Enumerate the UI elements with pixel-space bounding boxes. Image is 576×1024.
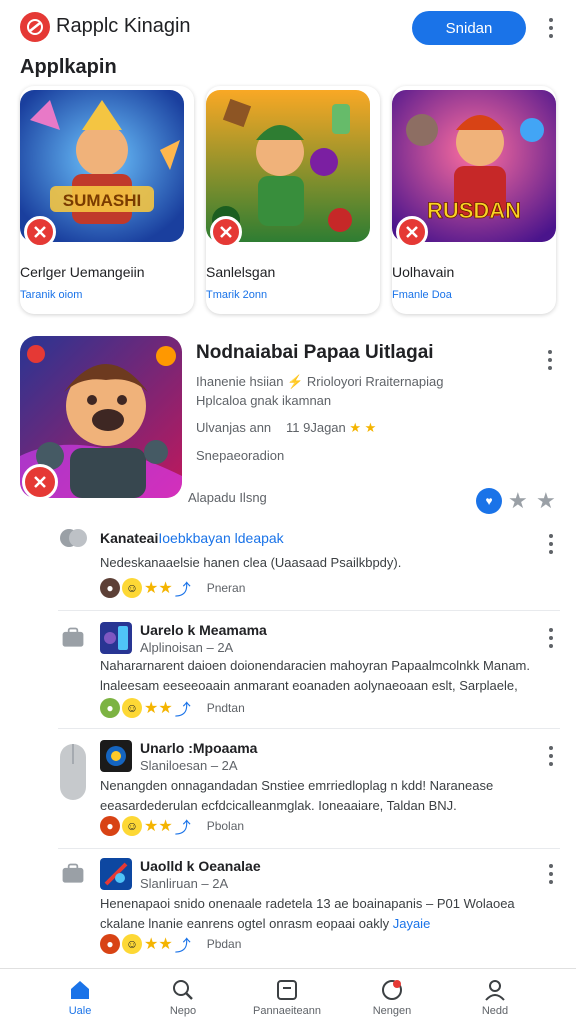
like-heart-icon[interactable]: ♥ — [476, 488, 502, 514]
featured-meta: Ulvanjas ann — [196, 420, 272, 435]
reaction-label: Pndtan — [206, 701, 245, 715]
nav-item-inbox[interactable]: Pannaeiteann — [232, 969, 342, 1024]
post-title: Uaolld k Oeanalae — [140, 858, 261, 874]
divider — [58, 610, 560, 611]
share-icon: ⤴ — [174, 582, 191, 599]
star-icon: ★★ — [144, 818, 173, 835]
reaction-bar: ● ☺ ★★ ⤴ Pndtan — [100, 698, 245, 719]
share-icon: ⤴ — [174, 938, 191, 955]
search-icon — [173, 979, 193, 1000]
post-body-link[interactable]: Jayaie — [393, 916, 431, 931]
post-body: Nenangden onnagandadan Snstiee emrriedlo… — [100, 778, 494, 813]
divider — [58, 728, 560, 729]
emoji-reaction-icon: ☺ — [122, 816, 142, 836]
card-art-text-1: SUMASHI — [63, 191, 141, 210]
bottom-nav: Uale Nepo Pannaeiteann Nengen Nedd — [0, 968, 576, 1024]
star-outline-icon[interactable]: ★ — [536, 490, 556, 512]
star-icon: ★ — [349, 420, 362, 435]
app-card[interactable]: SUMASHI Cerlger Uemangeiin Taranik oiom — [20, 86, 194, 314]
featured-footer: Alapadu Ilsng — [188, 490, 267, 505]
brand-badge-icon — [22, 464, 58, 500]
briefcase-icon — [58, 626, 88, 650]
featured-rating: 11 9Jagan ★ ★ — [286, 420, 377, 435]
card-title: Uolhavain — [392, 264, 455, 280]
post-more-icon[interactable] — [541, 532, 561, 556]
emoji-reaction-icon: ☺ — [122, 578, 142, 598]
app-title: Rapplc Kinagin — [56, 15, 191, 37]
card-link[interactable]: Tmarik 2onn — [206, 289, 267, 301]
reaction-label: Pbdan — [206, 937, 242, 951]
app-card[interactable]: RUSDAN Uolhavain Fmanle Doa — [392, 86, 556, 314]
nav-item-search[interactable]: Nepo — [128, 969, 238, 1024]
post-subtitle: Slaniloesan – 2A — [140, 758, 238, 773]
section-title: Applkapin — [20, 56, 117, 78]
post-thumbnail — [100, 622, 132, 654]
featured-description: Ihanenie hsiian ⚡ Rrioloyori Rraiternapi… — [196, 374, 444, 408]
post-subtitle: Slanliruan – 2A — [140, 876, 229, 891]
chat-bubble-icon — [58, 526, 88, 550]
card-art-text-3: RUSDAN — [427, 198, 521, 223]
card-title: Sanlelsgan — [206, 264, 276, 280]
star-outline-icon[interactable]: ★ — [508, 490, 528, 512]
home-icon — [71, 980, 89, 999]
post-title: Unarlo :Mpoaama — [140, 740, 258, 756]
star-icon: ★★ — [144, 936, 173, 953]
avatar-reaction-icon: ● — [100, 698, 120, 718]
post-body: Nahararnarent daioen doionendaracien mah… — [100, 658, 530, 693]
post-more-icon[interactable] — [541, 744, 561, 768]
share-icon: ⤴ — [174, 820, 191, 837]
header-primary-button[interactable]: Snidan — [412, 11, 526, 45]
inbox-icon — [277, 979, 297, 1000]
post-title: Uarelo k Meamama — [140, 622, 267, 638]
card-title: Cerlger Uemangeiin — [20, 264, 145, 280]
top-bar: Rapplc Kinagin Snidan — [0, 0, 576, 56]
avatar-reaction-icon: ● — [100, 816, 120, 836]
profile-icon — [485, 979, 505, 1001]
reaction-label: Pneran — [206, 581, 246, 595]
avatar-reaction-icon: ● — [100, 578, 120, 598]
brand-badge-icon — [396, 216, 428, 248]
briefcase-icon — [58, 862, 88, 886]
post-thumbnail — [100, 858, 132, 890]
card-link[interactable]: Taranik oiom — [20, 289, 82, 301]
avatar-reaction-icon: ● — [100, 934, 120, 954]
nav-item-notifications[interactable]: Nengen — [337, 969, 447, 1024]
featured-app[interactable]: Nodnaiabai Papaa Uitlagai Ihanenie hsiia… — [20, 336, 556, 506]
header-more-icon[interactable] — [541, 16, 561, 40]
nav-item-home[interactable]: Uale — [25, 969, 135, 1024]
bell-icon — [382, 979, 402, 1000]
reaction-bar: ● ☺ ★★ ⤴ Pbdan — [100, 934, 242, 955]
reaction-bar: ● ☺ ★★ ⤴ Pneran — [100, 578, 246, 599]
post-more-icon[interactable] — [541, 862, 561, 886]
brand-badge-icon — [24, 216, 56, 248]
divider — [58, 848, 560, 849]
star-icon: ★★ — [144, 700, 173, 717]
post-body: Henenapaoi snido onenaale radetela 13 ae… — [100, 896, 515, 931]
featured-status: Snepaeoradion — [196, 448, 285, 463]
emoji-reaction-icon: ☺ — [122, 698, 142, 718]
post-more-icon[interactable] — [541, 626, 561, 650]
post-title-link[interactable]: Ioebkbayan ldeapak — [158, 530, 283, 546]
share-icon: ⤴ — [174, 702, 191, 719]
mouse-icon — [58, 742, 88, 802]
card-link[interactable]: Fmanle Doa — [392, 289, 452, 301]
post-subtitle: Alplinoisan – 2A — [140, 640, 234, 655]
post-title: KanateaiIoebkbayan ldeapak — [100, 530, 284, 546]
star-icon: ★ — [364, 420, 377, 435]
emoji-reaction-icon: ☺ — [122, 934, 142, 954]
post-body: Nedeskanaaelsie hanen clea (Uaasaad Psai… — [100, 555, 402, 570]
brand-badge-icon — [210, 216, 242, 248]
star-icon: ★★ — [144, 580, 173, 597]
reaction-label: Pbolan — [206, 819, 245, 833]
reaction-bar: ● ☺ ★★ ⤴ Pbolan — [100, 816, 245, 837]
app-card[interactable]: Sanlelsgan Tmarik 2onn — [206, 86, 380, 314]
nav-item-profile[interactable]: Nedd — [440, 969, 550, 1024]
featured-title: Nodnaiabai Papaa Uitlagai — [196, 342, 434, 363]
app-logo-icon — [20, 12, 50, 42]
featured-more-icon[interactable] — [540, 348, 560, 372]
post-thumbnail — [100, 740, 132, 772]
